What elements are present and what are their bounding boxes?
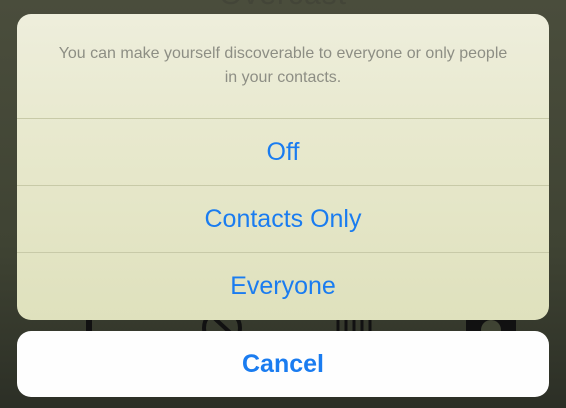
- option-off-button[interactable]: Off: [17, 118, 549, 185]
- background-app-title: Overcast: [0, 0, 566, 12]
- option-everyone-button[interactable]: Everyone: [17, 252, 549, 319]
- cancel-button[interactable]: Cancel: [17, 331, 549, 397]
- option-contacts-only-button[interactable]: Contacts Only: [17, 185, 549, 252]
- action-sheet-message: You can make yourself discoverable to ev…: [58, 45, 508, 86]
- action-sheet: You can make yourself discoverable to ev…: [17, 14, 549, 320]
